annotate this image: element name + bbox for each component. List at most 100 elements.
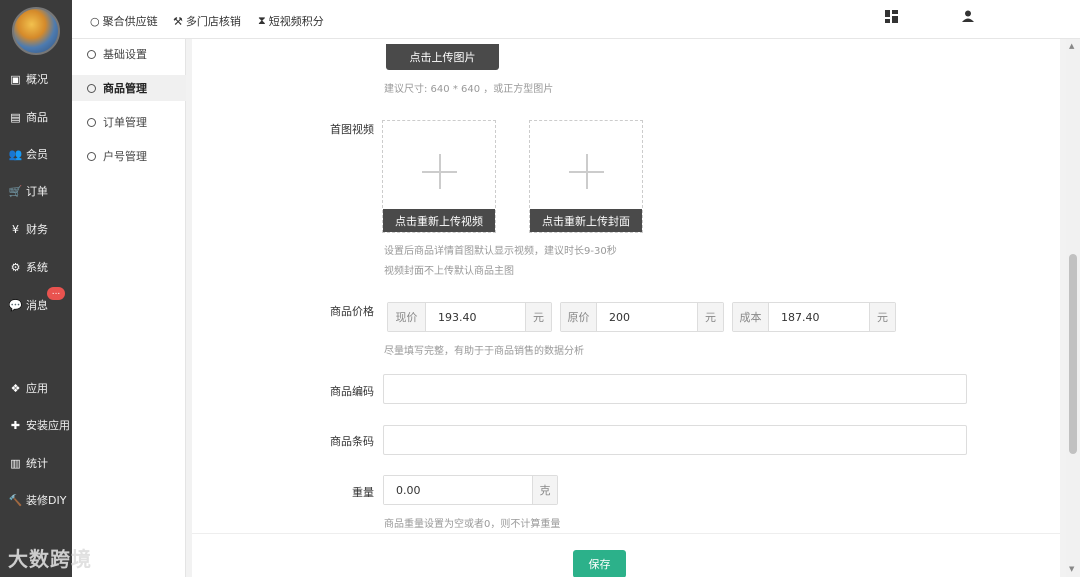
sidebar-item-system[interactable]: ⚙ 系统 xyxy=(0,254,72,280)
sidebar-item-label: 概况 xyxy=(26,73,48,86)
watermark-logo: 大数跨境 xyxy=(8,547,92,571)
sidebar-item-apps[interactable]: ❖ 应用 xyxy=(0,375,72,401)
sidebar-item-label: 应用 xyxy=(26,382,48,395)
puzzle-icon: ✚ xyxy=(10,418,21,432)
footer-divider xyxy=(192,533,1060,534)
sidebar-item-label: 装修DIY xyxy=(26,494,67,507)
submenu-item-label: 户号管理 xyxy=(103,150,147,163)
video-label: 首图视频 xyxy=(330,123,374,136)
top-link-label: 多门店核销 xyxy=(185,15,241,28)
scroll-down-icon[interactable]: ▼ xyxy=(1069,565,1074,573)
top-link-label: 短视频积分 xyxy=(268,15,324,28)
weight-group: 克 xyxy=(383,475,558,505)
reupload-cover-button[interactable]: 点击重新上传封面 xyxy=(530,209,642,232)
users-icon: 👥 xyxy=(8,147,23,161)
cart-icon: 🛒 xyxy=(8,184,23,198)
circle-icon xyxy=(87,83,96,93)
plus-icon-vertical xyxy=(586,154,588,189)
user-icon[interactable] xyxy=(962,10,974,26)
original-price-addon: 原价 xyxy=(561,303,597,331)
message-count-badge: ... xyxy=(47,287,65,300)
cover-upload-box[interactable]: 点击重新上传封面 xyxy=(529,120,643,233)
main-sidebar: ▣ 概况 ▤ 商品 👥 会员 🛒 订单 ¥ 财务 ⚙ 系统 💬 消息 ... ❖… xyxy=(0,0,72,577)
plus-icon-vertical xyxy=(439,154,441,189)
sidebar-item-members[interactable]: 👥 会员 xyxy=(0,141,72,167)
reupload-video-button[interactable]: 点击重新上传视频 xyxy=(383,209,495,232)
sidebar-item-overview[interactable]: ▣ 概况 xyxy=(0,66,72,92)
submenu-item-label: 订单管理 xyxy=(103,116,147,129)
sidebar-item-goods[interactable]: ▤ 商品 xyxy=(0,104,72,130)
avatar[interactable] xyxy=(12,7,60,55)
sidebar-item-label: 消息 xyxy=(26,299,48,312)
gavel-icon: ⚒ xyxy=(173,14,183,28)
sidebar-item-label: 安装应用 xyxy=(26,419,70,432)
top-bar: ○ 聚合供应链 ⚒ 多门店核销 ⧗ 短视频积分 xyxy=(72,0,1080,39)
top-link-label: 聚合供应链 xyxy=(102,15,158,28)
sidebar-item-install-apps[interactable]: ✚ 安装应用 xyxy=(0,412,72,438)
top-link-multi-store[interactable]: ⚒ 多门店核销 xyxy=(173,13,241,29)
bar-chart-icon: ▥ xyxy=(10,456,21,470)
current-price-unit: 元 xyxy=(525,303,551,331)
submenu-item-label: 商品管理 xyxy=(103,82,147,95)
weight-unit: 克 xyxy=(532,476,557,504)
submenu-item-label: 基础设置 xyxy=(103,48,147,61)
sidebar-item-diy[interactable]: 🔨 装修DIY xyxy=(0,487,72,513)
top-link-supply-chain[interactable]: ○ 聚合供应链 xyxy=(90,13,158,29)
upload-image-button[interactable]: 点击上传图片 xyxy=(386,44,499,70)
barcode-input[interactable] xyxy=(383,425,967,455)
cost-price-group: 成本 元 xyxy=(732,302,896,332)
image-size-hint: 建议尺寸: 640 * 640 ，或正方型图片 xyxy=(384,84,554,95)
sidebar-item-label: 订单 xyxy=(26,185,48,198)
scroll-up-icon[interactable]: ▲ xyxy=(1069,42,1074,50)
video-hint: 设置后商品详情首图默认显示视频，建议时长9-30秒 xyxy=(384,246,617,257)
cost-price-addon: 成本 xyxy=(733,303,769,331)
cost-price-unit: 元 xyxy=(869,303,895,331)
sidebar-item-statistics[interactable]: ▥ 统计 xyxy=(0,450,72,476)
circle-icon xyxy=(87,151,96,161)
video-upload-box[interactable]: 点击重新上传视频 xyxy=(382,120,496,233)
gears-icon: ⚙ xyxy=(10,260,21,274)
original-price-input[interactable] xyxy=(597,303,697,331)
sidebar-item-orders[interactable]: 🛒 订单 xyxy=(0,178,72,204)
scrollbar[interactable]: ▲ ▼ xyxy=(1066,39,1080,577)
save-button[interactable]: 保存 xyxy=(573,550,626,577)
original-price-group: 原价 元 xyxy=(560,302,724,332)
sidebar-item-label: 商品 xyxy=(26,111,48,124)
scrollbar-thumb[interactable] xyxy=(1069,254,1077,454)
grid-icon[interactable] xyxy=(885,10,898,27)
sidebar-item-label: 系统 xyxy=(26,261,48,274)
weight-hint: 商品重量设置为空或者0，则不计算重量 xyxy=(384,519,561,530)
submenu-item-order-management[interactable]: 订单管理 xyxy=(72,109,186,135)
original-price-unit: 元 xyxy=(697,303,723,331)
price-label: 商品价格 xyxy=(330,305,374,318)
goods-code-input[interactable] xyxy=(383,374,967,404)
current-price-group: 现价 元 xyxy=(387,302,552,332)
cost-price-input[interactable] xyxy=(769,303,869,331)
circle-icon xyxy=(87,117,96,127)
barcode-label: 商品条码 xyxy=(330,435,374,448)
sidebar-item-label: 财务 xyxy=(26,223,48,236)
submenu-item-goods-management[interactable]: 商品管理 xyxy=(72,75,186,101)
price-hint: 尽量填写完整，有助于于商品销售的数据分析 xyxy=(384,346,584,357)
yen-icon: ¥ xyxy=(12,222,19,236)
dashboard-icon: ▣ xyxy=(10,72,21,86)
secondary-menu: 基础设置 商品管理 订单管理 户号管理 xyxy=(72,39,186,577)
video-cover-hint: 视频封面不上传默认商品主图 xyxy=(384,266,514,277)
top-link-short-video[interactable]: ⧗ 短视频积分 xyxy=(258,13,324,29)
circle-icon: ○ xyxy=(90,14,100,28)
current-price-addon: 现价 xyxy=(388,303,426,331)
chat-icon: 💬 xyxy=(8,298,23,312)
submenu-item-basic-settings[interactable]: 基础设置 xyxy=(72,41,186,67)
current-price-input[interactable] xyxy=(426,303,525,331)
circle-icon xyxy=(87,49,96,59)
code-label: 商品编码 xyxy=(330,385,374,398)
hourglass-icon: ⧗ xyxy=(258,14,266,27)
sidebar-item-label: 统计 xyxy=(26,457,48,470)
weight-input[interactable] xyxy=(384,476,532,504)
submenu-item-account-management[interactable]: 户号管理 xyxy=(72,143,186,169)
sidebar-item-label: 会员 xyxy=(26,148,48,161)
gavel-icon: 🔨 xyxy=(8,493,23,507)
goods-icon: ▤ xyxy=(10,110,21,124)
sidebar-item-finance[interactable]: ¥ 财务 xyxy=(0,216,72,242)
weight-label: 重量 xyxy=(352,486,374,499)
